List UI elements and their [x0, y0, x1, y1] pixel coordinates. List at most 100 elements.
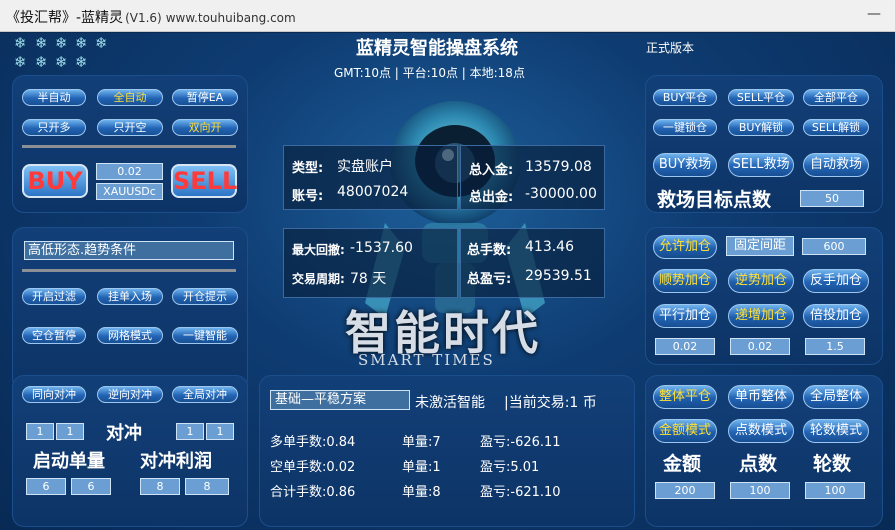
start-lot-input-1[interactable]: 6 — [26, 478, 66, 495]
window-titlebar: 《投汇帮》-蓝精灵 (V1.6) www.touhuibang.com — — [0, 0, 895, 32]
rounds-mode-button[interactable]: 轮数模式 — [803, 419, 869, 443]
reverse-add-button[interactable]: 反手加仓 — [803, 269, 869, 293]
hedge-right-input-2[interactable]: 1 — [206, 423, 234, 440]
sell-close-button[interactable]: SELL平仓 — [728, 89, 794, 106]
snowflake-icon: ❄ — [14, 34, 27, 52]
semi-auto-button[interactable]: 半自动 — [22, 89, 86, 106]
increment-lot-input[interactable]: 0.02 — [730, 338, 790, 355]
drawdown-value: -1537.60 — [350, 240, 413, 256]
pnl-value: 29539.51 — [525, 268, 592, 284]
pause-ea-button[interactable]: 暂停EA — [172, 89, 238, 106]
grid-mode-button[interactable]: 网格模式 — [97, 327, 163, 344]
sell-button[interactable]: SELL — [171, 164, 237, 198]
divider — [22, 269, 236, 272]
rescue-target-label: 救场目标点数 — [657, 189, 772, 211]
reverse-hedge-button[interactable]: 逆向对冲 — [97, 386, 163, 403]
trend-lot-input[interactable]: 0.02 — [655, 338, 715, 355]
close-all-button[interactable]: 全部平仓 — [803, 89, 869, 106]
long-pnl: 盈亏:-626.11 — [480, 435, 561, 450]
parallel-add-button[interactable]: 平行加仓 — [653, 304, 717, 328]
hedge-profit-input-1[interactable]: 8 — [140, 478, 180, 495]
rounds-label: 轮数 — [813, 453, 852, 475]
same-hedge-button[interactable]: 同向对冲 — [22, 386, 86, 403]
sell-rescue-button[interactable]: SELL救场 — [728, 153, 794, 177]
short-lots: 空单手数:0.02 — [270, 460, 356, 475]
page-title: 蓝精灵智能操盘系统 — [356, 38, 518, 59]
global-hedge-button[interactable]: 全局对冲 — [172, 386, 238, 403]
minimize-button[interactable]: — — [867, 6, 881, 22]
hedge-profit-input-2[interactable]: 8 — [185, 478, 229, 495]
allow-add-button[interactable]: 允许加仓 — [653, 235, 717, 259]
buy-close-button[interactable]: BUY平仓 — [653, 89, 717, 106]
trend-add-button[interactable]: 顺势加仓 — [653, 269, 717, 293]
buy-button[interactable]: BUY — [22, 164, 88, 198]
type-value: 实盘账户 — [337, 159, 393, 175]
points-input[interactable]: 100 — [730, 482, 790, 499]
total-pnl: 盈亏:-621.10 — [480, 485, 561, 500]
fixed-spacing-field[interactable]: 固定间距 — [726, 236, 794, 256]
withdraw-value: -30000.00 — [525, 186, 597, 202]
app-url: www.touhuibang.com — [165, 11, 296, 25]
drawdown-label: 最大回撤: — [292, 243, 345, 257]
amount-mode-button[interactable]: 金额模式 — [653, 419, 717, 443]
buy-rescue-button[interactable]: BUY救场 — [653, 153, 717, 177]
overall-close-button[interactable]: 整体平仓 — [653, 385, 717, 409]
buy-unlock-button[interactable]: BUY解锁 — [728, 119, 794, 136]
deposit-label: 总入金: — [469, 163, 514, 178]
counter-trend-add-button[interactable]: 逆势加仓 — [728, 269, 794, 293]
rescue-target-input[interactable]: 50 — [800, 190, 864, 207]
spacing-input[interactable]: 600 — [802, 238, 866, 255]
points-mode-button[interactable]: 点数模式 — [728, 419, 794, 443]
account-value: 48007024 — [337, 184, 409, 200]
rounds-input[interactable]: 100 — [805, 482, 865, 499]
total-lots: 合计手数:0.86 — [270, 485, 356, 500]
sell-unlock-button[interactable]: SELL解锁 — [803, 119, 869, 136]
incremental-add-button[interactable]: 递增加仓 — [728, 304, 794, 328]
period-value: 78 天 — [350, 271, 387, 287]
hedge-left-input-1[interactable]: 1 — [26, 423, 54, 440]
type-label: 类型: — [292, 161, 324, 176]
pending-entry-button[interactable]: 挂单入场 — [97, 288, 163, 305]
long-lots: 多单手数:0.84 — [270, 435, 356, 450]
both-direction-button[interactable]: 双向开 — [172, 119, 238, 136]
long-count: 单量:7 — [402, 435, 441, 450]
banner-en: SMART TIMES — [358, 351, 495, 369]
multiplier-add-button[interactable]: 倍投加仓 — [803, 304, 869, 328]
amount-label: 金额 — [663, 453, 702, 475]
deposit-value: 13579.08 — [525, 159, 592, 175]
flat-pause-button[interactable]: 空仓暂停 — [22, 327, 86, 344]
points-label: 点数 — [739, 453, 778, 475]
enable-filter-button[interactable]: 开启过滤 — [22, 288, 86, 305]
one-click-lock-button[interactable]: 一键锁仓 — [653, 119, 717, 136]
scheme-field[interactable]: 基础—平稳方案 — [270, 390, 410, 410]
window-title: 《投汇帮》-蓝精灵 (V1.6) www.touhuibang.com — [6, 7, 296, 27]
open-alert-button[interactable]: 开仓提示 — [172, 288, 238, 305]
snowflake-icon: ❄ — [95, 34, 108, 52]
snowflake-icon: ❄ — [55, 53, 68, 71]
long-only-button[interactable]: 只开多 — [22, 119, 86, 136]
hedge-label: 对冲 — [106, 423, 142, 444]
lots-value: 413.46 — [525, 239, 574, 255]
app-version: (V1.6) — [125, 11, 162, 25]
short-only-button[interactable]: 只开空 — [97, 119, 163, 136]
amount-input[interactable]: 200 — [655, 482, 715, 499]
period-label: 交易周期: — [292, 272, 345, 286]
start-lot-label: 启动单量 — [33, 451, 105, 472]
start-lot-input-2[interactable]: 6 — [71, 478, 111, 495]
one-click-smart-button[interactable]: 一键智能 — [172, 327, 238, 344]
lot-input[interactable]: 0.02 — [96, 163, 163, 180]
hedge-profit-label: 对冲利润 — [140, 451, 212, 472]
total-count: 单量:8 — [402, 485, 441, 500]
main-area: ❄ ❄ ❄ ❄ ❄ ❄ ❄ ❄ ❄ 蓝精灵智能操盘系统 正式版本 GMT:10点… — [0, 33, 895, 530]
full-auto-button[interactable]: 全自动 — [97, 89, 163, 106]
snowflake-icon: ❄ — [35, 53, 48, 71]
single-symbol-close-button[interactable]: 单币整体 — [728, 385, 794, 409]
hedge-left-input-2[interactable]: 1 — [56, 423, 84, 440]
global-overall-close-button[interactable]: 全局整体 — [803, 385, 869, 409]
condition-field[interactable]: 高低形态.趋势条件 — [24, 241, 234, 260]
edition-label: 正式版本 — [646, 41, 695, 55]
auto-rescue-button[interactable]: 自动救场 — [803, 153, 869, 177]
multiplier-input[interactable]: 1.5 — [805, 338, 865, 355]
hedge-right-input-1[interactable]: 1 — [176, 423, 204, 440]
short-pnl: 盈亏:5.01 — [480, 460, 540, 475]
